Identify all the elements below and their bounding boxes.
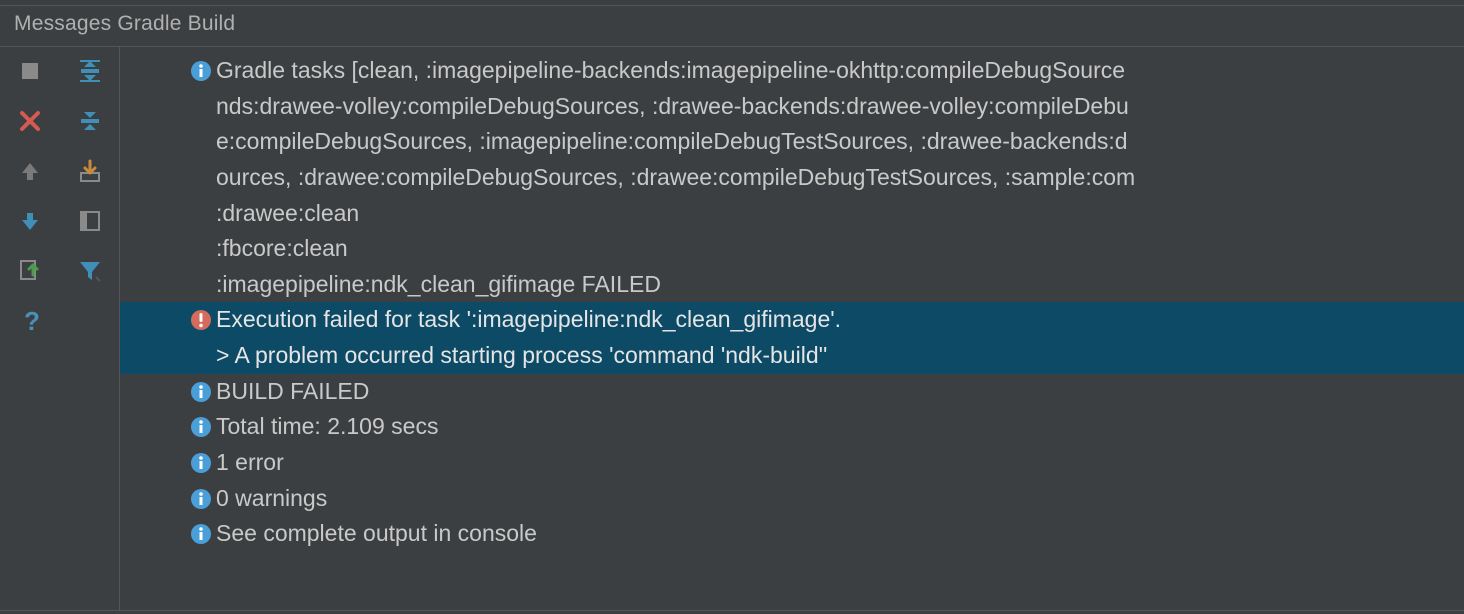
message-info[interactable]: See complete output in console xyxy=(120,516,1464,552)
layout-icon xyxy=(79,210,101,232)
message-text: > A problem occurred starting process 'c… xyxy=(120,338,1464,374)
message-text: See complete output in console xyxy=(216,516,537,552)
close-icon xyxy=(19,110,41,132)
toolbar: ? xyxy=(0,47,120,610)
message-text: nds:drawee-volley:compileDebugSources, :… xyxy=(120,89,1464,125)
close-button[interactable] xyxy=(14,105,46,137)
arrow-down-icon xyxy=(19,210,41,232)
layout-button[interactable] xyxy=(74,205,106,237)
info-icon xyxy=(190,452,212,474)
message-text: BUILD FAILED xyxy=(216,374,369,410)
message-error[interactable]: Execution failed for task ':imagepipelin… xyxy=(120,302,1464,373)
filter-icon xyxy=(78,259,102,283)
svg-text:?: ? xyxy=(24,308,40,334)
stop-icon xyxy=(20,61,40,81)
toolbar-col-1: ? xyxy=(10,55,50,610)
message-text: :fbcore:clean xyxy=(120,231,1464,267)
info-icon xyxy=(190,523,212,545)
message-text: 0 warnings xyxy=(216,481,327,517)
panel-body: ? xyxy=(0,47,1464,610)
import-button[interactable] xyxy=(74,155,106,187)
next-message-button[interactable] xyxy=(14,205,46,237)
message-text: e:compileDebugSources, :imagepipeline:co… xyxy=(120,124,1464,160)
info-icon xyxy=(190,60,212,82)
message-text: :imagepipeline:ndk_clean_gifimage FAILED xyxy=(120,267,1464,303)
expand-all-icon xyxy=(78,59,102,83)
help-button[interactable]: ? xyxy=(14,305,46,337)
message-info[interactable]: BUILD FAILED xyxy=(120,374,1464,410)
message-text: :drawee:clean xyxy=(120,196,1464,232)
filter-button[interactable] xyxy=(74,255,106,287)
panel-title: Messages Gradle Build xyxy=(0,6,1464,47)
messages-tree[interactable]: Gradle tasks [clean, :imagepipeline-back… xyxy=(120,47,1464,610)
message-text: Total time: 2.109 secs xyxy=(216,409,438,445)
collapse-all-icon xyxy=(78,109,102,133)
collapse-all-button[interactable] xyxy=(74,105,106,137)
error-icon xyxy=(190,309,212,331)
message-text: Execution failed for task ':imagepipelin… xyxy=(216,302,841,338)
message-info[interactable]: 1 error xyxy=(120,445,1464,481)
toolbar-col-2 xyxy=(70,55,110,610)
stop-button[interactable] xyxy=(14,55,46,87)
info-icon xyxy=(190,416,212,438)
message-info[interactable]: Total time: 2.109 secs xyxy=(120,409,1464,445)
expand-all-button[interactable] xyxy=(74,55,106,87)
bottom-border xyxy=(0,610,1464,614)
message-text: 1 error xyxy=(216,445,284,481)
info-icon xyxy=(190,381,212,403)
export-button[interactable] xyxy=(14,255,46,287)
info-icon xyxy=(190,488,212,510)
message-text: Gradle tasks [clean, :imagepipeline-back… xyxy=(216,53,1125,89)
arrow-up-icon xyxy=(19,160,41,182)
help-icon: ? xyxy=(19,308,41,334)
messages-panel: Messages Gradle Build xyxy=(0,0,1464,614)
export-icon xyxy=(18,259,42,283)
message-text: ources, :drawee:compileDebugSources, :dr… xyxy=(120,160,1464,196)
import-icon xyxy=(78,159,102,183)
message-info[interactable]: 0 warnings xyxy=(120,481,1464,517)
prev-message-button[interactable] xyxy=(14,155,46,187)
message-info-tasks[interactable]: Gradle tasks [clean, :imagepipeline-back… xyxy=(120,53,1464,302)
